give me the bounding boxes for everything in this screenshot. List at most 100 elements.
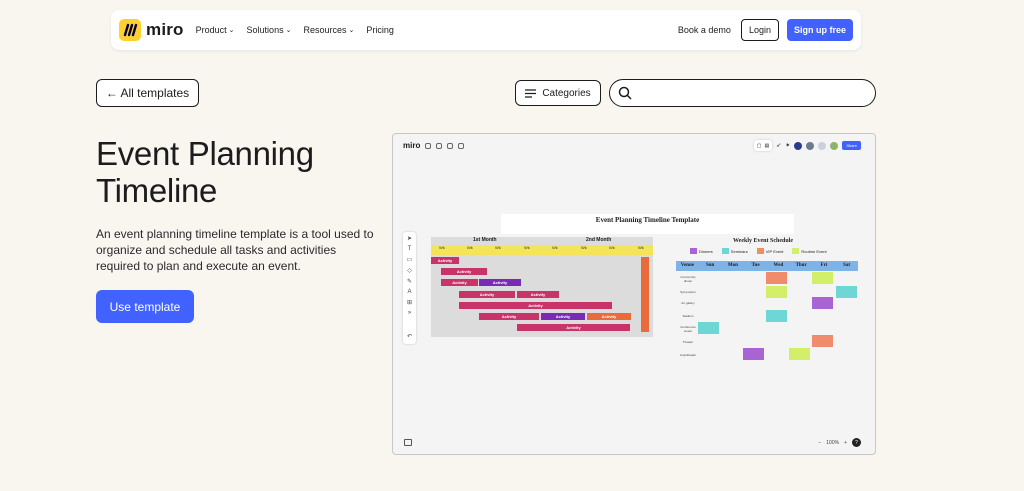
day-header: Venue xyxy=(680,263,694,268)
timeline-week-header xyxy=(431,245,653,255)
chevron-down-icon: ⌄ xyxy=(348,27,355,34)
zoom-level: 100% xyxy=(826,439,840,446)
avatar xyxy=(818,141,827,150)
month-label: 1st Month xyxy=(473,237,497,243)
week-label: Wk xyxy=(638,245,644,250)
legend-label: Seminars xyxy=(730,248,748,254)
menu-icon xyxy=(525,88,537,98)
categories-button[interactable]: Categories xyxy=(515,80,601,106)
font-icon: A xyxy=(407,289,412,295)
nav-solutions[interactable]: Solutions ⌄ xyxy=(247,25,292,35)
schedule-row-label: Conference center xyxy=(680,325,696,333)
sticky-note xyxy=(812,297,833,309)
sticky-note xyxy=(766,310,787,322)
avatar xyxy=(794,141,803,150)
nav-actions: Book a demo Login Sign up free xyxy=(678,19,853,41)
all-templates-button[interactable]: ← All templates xyxy=(96,79,199,107)
schedule-row-label: Theater xyxy=(682,340,694,344)
timeline-bar: Activity xyxy=(441,268,487,275)
day-header: Mon xyxy=(727,263,738,268)
legend-item: Dinners xyxy=(690,248,713,254)
schedule-row-label: Ampitheater xyxy=(679,353,697,357)
schedule-row-label: Community dinner xyxy=(680,275,696,283)
template-description: An event planning timeline template is a… xyxy=(96,227,374,273)
bell-icon xyxy=(436,142,443,149)
sticky-note xyxy=(766,286,787,298)
pen-icon: ✎ xyxy=(406,279,413,285)
panel-icon xyxy=(404,439,412,446)
board-topbar: miro xyxy=(403,141,465,150)
sticky-note xyxy=(743,348,764,360)
cursor-icon: ➶ xyxy=(776,143,782,149)
search-icon xyxy=(618,86,632,100)
timeline-title: Event Planning Timeline Template xyxy=(501,214,794,234)
chevron-down-icon: ⌄ xyxy=(285,27,292,34)
board-top-right: ▢ ▤ ➶ ✶ Share xyxy=(753,140,861,151)
schedule-row-label: Symposium xyxy=(680,290,696,294)
sticky-note xyxy=(698,322,719,334)
timeline-bar: Activity xyxy=(541,313,585,320)
week-label: Wk xyxy=(467,245,473,250)
nav-resources-label: Resources xyxy=(303,25,347,35)
sticky-note xyxy=(836,286,857,298)
day-header: Fri xyxy=(820,263,828,268)
chevron-down-icon: ⌄ xyxy=(228,27,235,34)
timeline-bar: Activity xyxy=(459,302,612,309)
week-label: Wk xyxy=(524,245,530,250)
board-logo: miro xyxy=(403,141,421,150)
legend-label: Routine Event xyxy=(801,248,827,254)
zoom-in-icon: + xyxy=(844,439,847,446)
categories-label: Categories xyxy=(542,87,591,99)
board-tools-pill: ▢ ▤ xyxy=(753,140,773,151)
week-label: Wk xyxy=(552,245,558,250)
nav-product[interactable]: Product ⌄ xyxy=(196,25,235,35)
template-title: Event Planning Timeline xyxy=(96,135,314,209)
nav-pricing[interactable]: Pricing xyxy=(366,25,394,35)
avatar xyxy=(806,141,815,150)
nav-solutions-label: Solutions xyxy=(246,25,284,35)
top-nav: miro Product ⌄ Solutions ⌄ Resources ⌄ Pric… xyxy=(111,10,861,50)
nav-resources[interactable]: Resources ⌄ xyxy=(303,25,354,35)
schedule-row-label: Art gallery xyxy=(681,301,695,305)
more-icon: » xyxy=(407,310,412,316)
help-icon: ? xyxy=(852,438,861,447)
book-demo-link[interactable]: Book a demo xyxy=(678,25,731,35)
legend-item: Routine Event xyxy=(792,248,827,254)
timeline-area: 1st Month 2nd Month Wk Wk Wk Wk Wk Wk Wk… xyxy=(431,237,653,337)
use-template-button[interactable]: Use template xyxy=(96,290,194,323)
sticky-note xyxy=(812,272,833,284)
board-toolbar: ➤ T ▭ ◇ ✎ A ⊞ » xyxy=(403,232,416,344)
frame-icon: ⊞ xyxy=(406,300,413,306)
share-button: Share xyxy=(842,141,861,150)
signup-button[interactable]: Sign up free xyxy=(786,19,853,41)
nav-product-label: Product xyxy=(195,25,227,35)
undo-icon: ↶ xyxy=(403,330,416,343)
day-header: Thur xyxy=(795,263,807,268)
month-label: 2nd Month xyxy=(586,237,612,243)
search-input[interactable] xyxy=(638,87,858,99)
week-label: Wk xyxy=(495,245,501,250)
miro-logo-icon xyxy=(119,19,141,41)
select-icon: ➤ xyxy=(406,236,413,242)
reaction-icon: ✶ xyxy=(785,143,791,149)
logo-text: miro xyxy=(146,20,184,39)
zoom-controls: − 100% + ? xyxy=(818,438,861,447)
miro-logo[interactable]: miro xyxy=(119,19,184,41)
search-icon xyxy=(458,142,465,149)
schedule-header: Venue Sun Mon Tue Wed Thur Fri Sat xyxy=(676,261,858,271)
timeline-event-bar xyxy=(641,257,649,332)
legend-item: VIP Event xyxy=(756,248,783,254)
settings-icon xyxy=(425,142,432,149)
timeline-bar: Activity xyxy=(517,324,630,331)
timeline-bar: Activity xyxy=(431,257,459,264)
search-box[interactable] xyxy=(609,79,876,107)
template-preview[interactable]: miro ▢ ▤ ➶ ✶ Share ➤ T ▭ ◇ ✎ A ⊞ » ↶ Even… xyxy=(392,133,876,455)
week-label: Wk xyxy=(439,245,445,250)
schedule-title: Weekly Event Schedule xyxy=(732,238,793,244)
sticky-note xyxy=(766,272,787,284)
avatar xyxy=(830,141,839,150)
upload-icon xyxy=(447,142,454,149)
sticky-note xyxy=(812,335,833,347)
login-button[interactable]: Login xyxy=(740,19,779,41)
shapes-icon: ◇ xyxy=(407,268,412,274)
